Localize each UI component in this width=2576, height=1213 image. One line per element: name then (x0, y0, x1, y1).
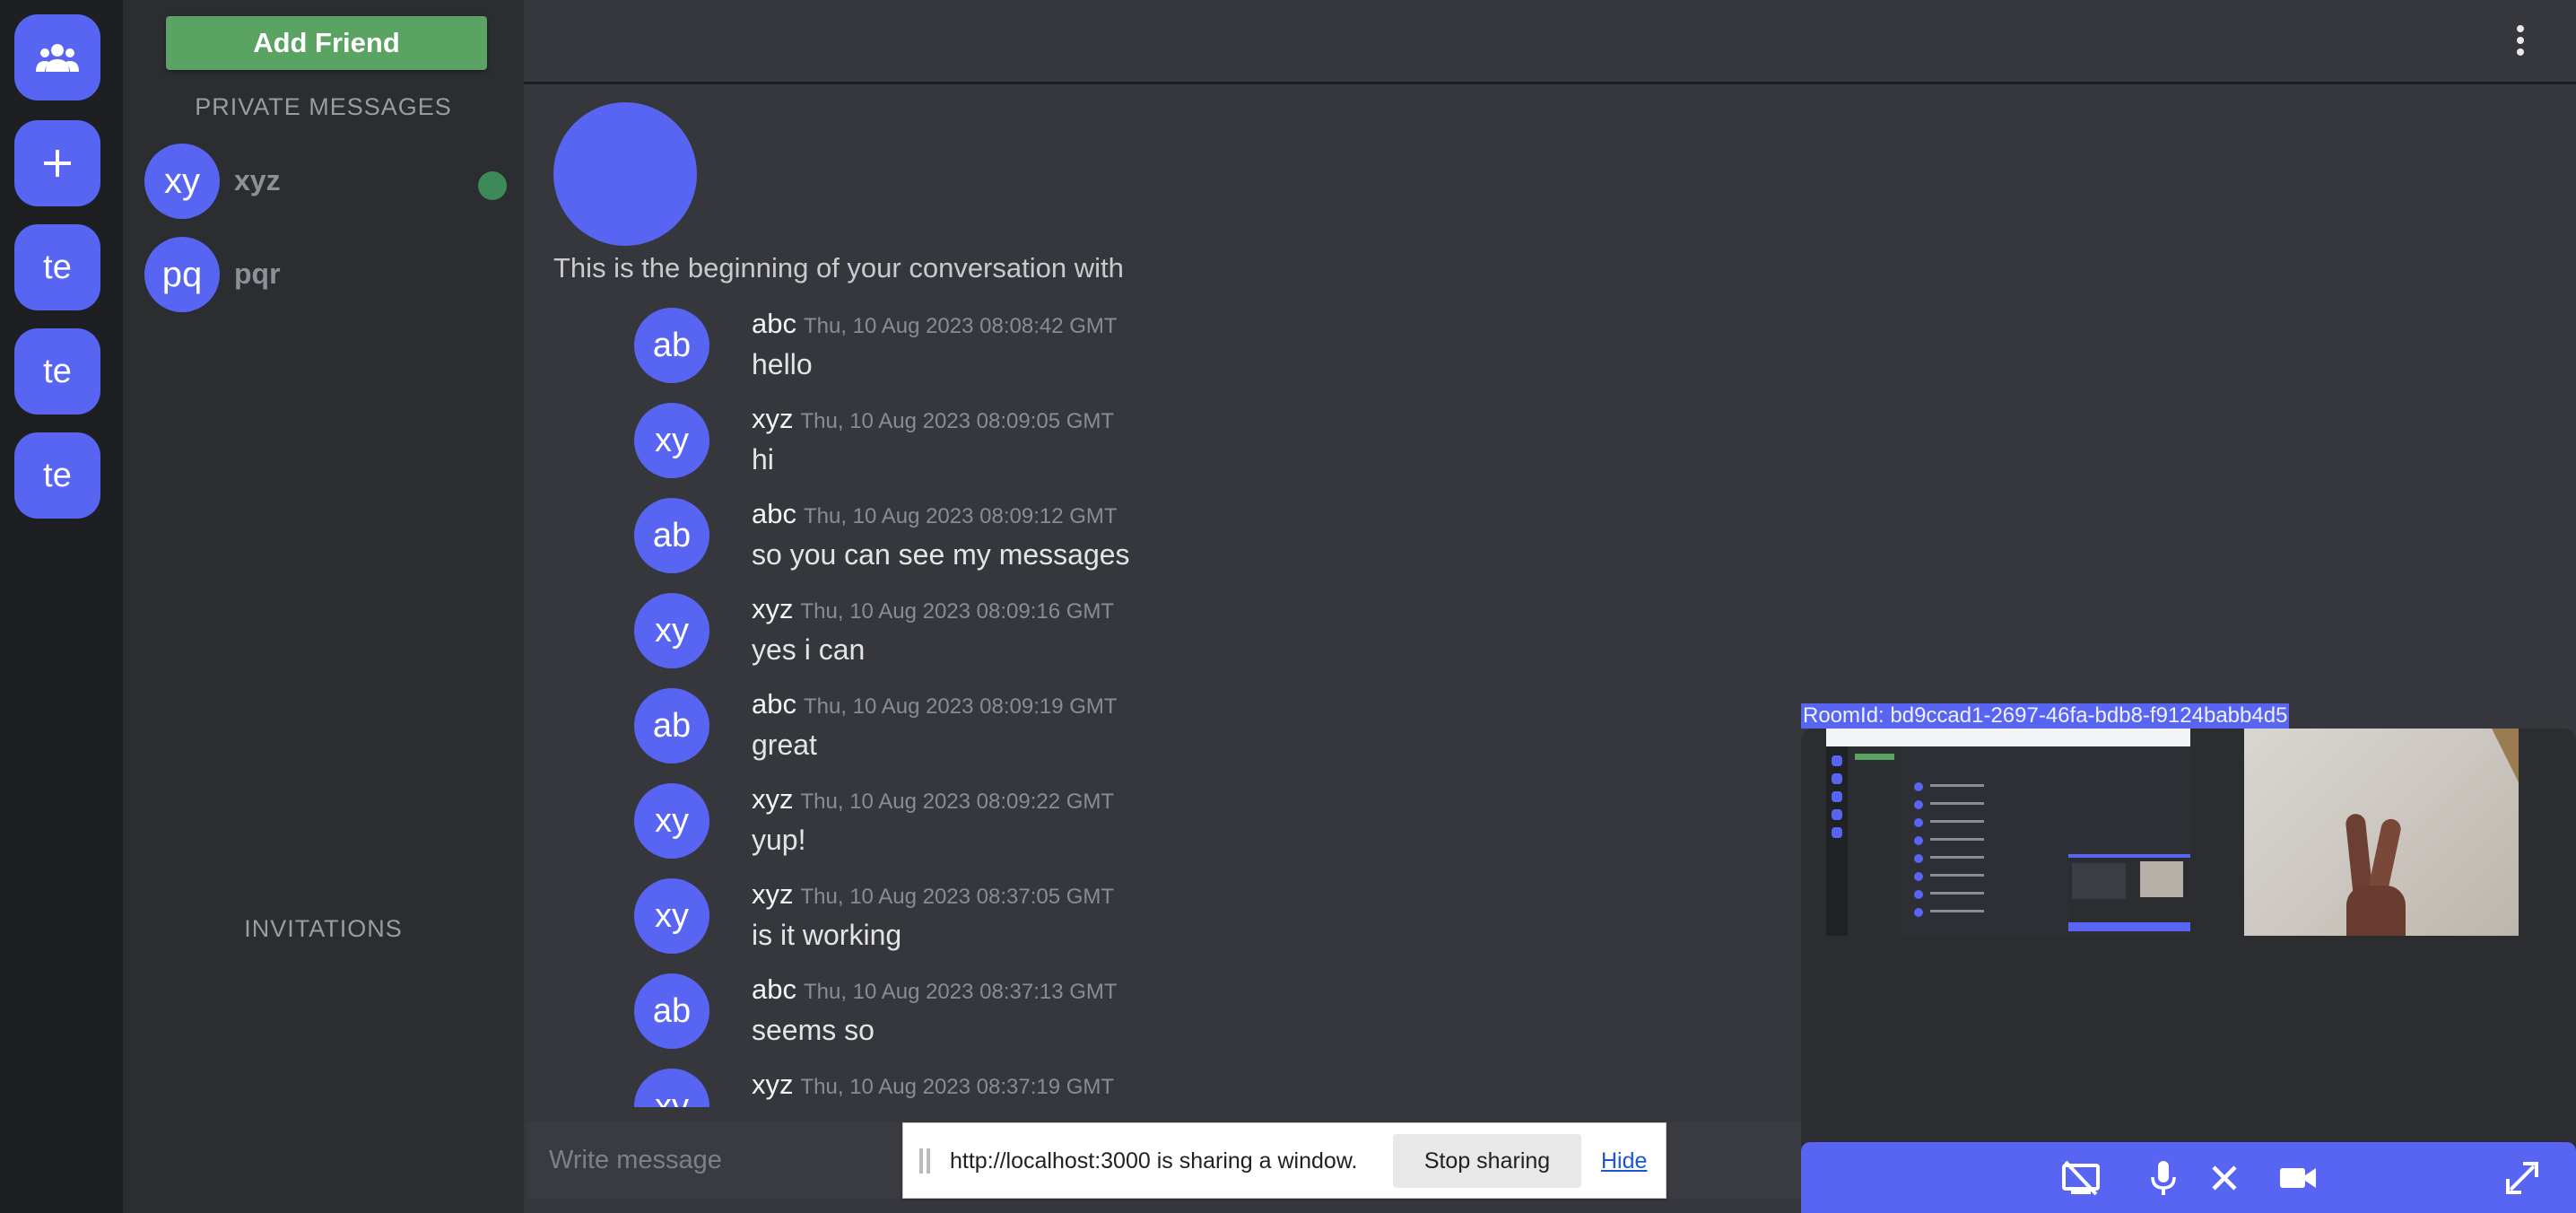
server-button[interactable]: te (14, 224, 100, 310)
message-text: hi (752, 443, 774, 476)
stop-sharing-button[interactable]: Stop sharing (1393, 1134, 1581, 1188)
more-vert-icon[interactable] (2511, 25, 2529, 61)
avatar: xy (634, 593, 709, 668)
author-name: xyz (752, 878, 794, 910)
message-timestamp: Thu, 10 Aug 2023 08:09:12 GMT (803, 504, 1118, 528)
message-author: xyz Thu, 10 Aug 2023 08:09:05 GMT (752, 403, 1114, 435)
message-item: xy xyz Thu, 10 Aug 2023 08:09:16 GMT yes … (634, 593, 1710, 683)
message-author: abc Thu, 10 Aug 2023 08:09:19 GMT (752, 688, 1118, 720)
avatar: pq (144, 237, 220, 312)
message-author: xyz Thu, 10 Aug 2023 08:37:19 GMT (752, 1069, 1114, 1101)
avatar: ab (634, 688, 709, 764)
camera-video (2244, 729, 2519, 936)
message-item: xy xyz Thu, 10 Aug 2023 08:37:19 GMT (634, 1069, 1710, 1107)
author-name: xyz (752, 593, 794, 624)
message-timestamp: Thu, 10 Aug 2023 08:09:05 GMT (800, 409, 1115, 433)
friends-panel: Add Friend PRIVATE MESSAGES xy xyz pq pq… (123, 0, 524, 1213)
server-button[interactable]: te (14, 328, 100, 415)
mic-icon[interactable] (2142, 1156, 2185, 1200)
message-item: ab abc Thu, 10 Aug 2023 08:37:13 GMT seem… (634, 973, 1710, 1063)
screen-share-notification: http://localhost:3000 is sharing a windo… (902, 1122, 1667, 1199)
avatar: xy (634, 1069, 709, 1107)
dm-name: xyz (234, 164, 281, 196)
fullscreen-icon[interactable] (2501, 1156, 2544, 1200)
message-item: ab abc Thu, 10 Aug 2023 08:08:42 GMT hell… (634, 308, 1710, 397)
screen-share-video (1826, 729, 2190, 936)
message-author: xyz Thu, 10 Aug 2023 08:09:22 GMT (752, 783, 1114, 816)
author-name: xyz (752, 403, 794, 434)
invitations-heading: INVITATIONS (244, 915, 403, 942)
screen-share-off-icon[interactable] (2059, 1156, 2102, 1200)
message-text: yup! (752, 824, 806, 856)
author-name: abc (752, 688, 796, 720)
conversation-intro: This is the beginning of your conversati… (553, 252, 1124, 284)
author-name: xyz (752, 783, 794, 815)
message-timestamp: Thu, 10 Aug 2023 08:37:05 GMT (800, 885, 1115, 909)
add-server-button[interactable] (14, 120, 100, 206)
message-timestamp: Thu, 10 Aug 2023 08:37:19 GMT (800, 1075, 1115, 1099)
chat-topbar (524, 0, 2576, 84)
message-item: xy xyz Thu, 10 Aug 2023 08:09:22 GMT yup! (634, 783, 1710, 873)
message-timestamp: Thu, 10 Aug 2023 08:09:22 GMT (800, 790, 1115, 814)
room-id-label: RoomId: bd9ccad1-2697-46fa-bdb8-f9124bab… (1801, 703, 2290, 729)
server-button[interactable]: te (14, 432, 100, 519)
message-author: abc Thu, 10 Aug 2023 08:09:12 GMT (752, 498, 1118, 530)
avatar: xy (634, 783, 709, 859)
message-author: xyz Thu, 10 Aug 2023 08:37:05 GMT (752, 878, 1114, 911)
author-name: xyz (752, 1069, 794, 1100)
message-timestamp: Thu, 10 Aug 2023 08:37:13 GMT (803, 980, 1118, 1004)
avatar: ab (634, 308, 709, 383)
dm-name: pqr (234, 257, 281, 290)
conversation-avatar (553, 102, 697, 246)
message-text: hello (752, 348, 813, 380)
author-name: abc (752, 498, 796, 529)
author-name: abc (752, 308, 796, 339)
hide-link[interactable]: Hide (1601, 1148, 1647, 1174)
call-controls (1801, 1142, 2576, 1213)
add-friend-button[interactable]: Add Friend (166, 16, 487, 70)
message-text: so you can see my messages (752, 538, 1130, 571)
message-author: abc Thu, 10 Aug 2023 08:08:42 GMT (752, 308, 1118, 340)
message-text: yes i can (752, 633, 866, 666)
message-text: is it working (752, 919, 902, 951)
dm-item-xyz[interactable]: xy xyz (123, 140, 524, 223)
message-item: xy xyz Thu, 10 Aug 2023 08:37:05 GMT is i… (634, 878, 1710, 968)
avatar: ab (634, 973, 709, 1049)
dm-item-pqr[interactable]: pq pqr (123, 233, 524, 316)
plus-icon (42, 148, 73, 179)
message-text: seems so (752, 1014, 875, 1046)
message-timestamp: Thu, 10 Aug 2023 08:08:42 GMT (803, 314, 1118, 338)
avatar: ab (634, 498, 709, 573)
avatar: xy (634, 403, 709, 478)
private-messages-heading: PRIVATE MESSAGES (195, 93, 452, 120)
avatar: xy (144, 144, 220, 219)
message-item: ab abc Thu, 10 Aug 2023 08:09:12 GMT so y… (634, 498, 1710, 588)
avatar: xy (634, 878, 709, 954)
videocam-icon[interactable] (2276, 1156, 2319, 1200)
video-room-panel (1801, 729, 2576, 1213)
message-item: ab abc Thu, 10 Aug 2023 08:09:19 GMT grea… (634, 688, 1710, 778)
share-status-text: http://localhost:3000 is sharing a windo… (950, 1148, 1358, 1174)
author-name: abc (752, 973, 796, 1005)
message-author: xyz Thu, 10 Aug 2023 08:09:16 GMT (752, 593, 1114, 625)
message-timestamp: Thu, 10 Aug 2023 08:09:16 GMT (800, 599, 1115, 624)
drag-handle-icon[interactable] (919, 1148, 930, 1174)
message-timestamp: Thu, 10 Aug 2023 08:09:19 GMT (803, 694, 1118, 719)
close-icon[interactable] (2203, 1156, 2246, 1200)
message-item: xy xyz Thu, 10 Aug 2023 08:09:05 GMT hi (634, 403, 1710, 493)
server-rail: te te te (0, 0, 123, 1213)
friends-home-button[interactable] (14, 14, 100, 100)
message-text: great (752, 729, 817, 761)
message-author: abc Thu, 10 Aug 2023 08:37:13 GMT (752, 973, 1118, 1006)
group-icon (35, 42, 80, 73)
online-status-dot (478, 171, 507, 200)
